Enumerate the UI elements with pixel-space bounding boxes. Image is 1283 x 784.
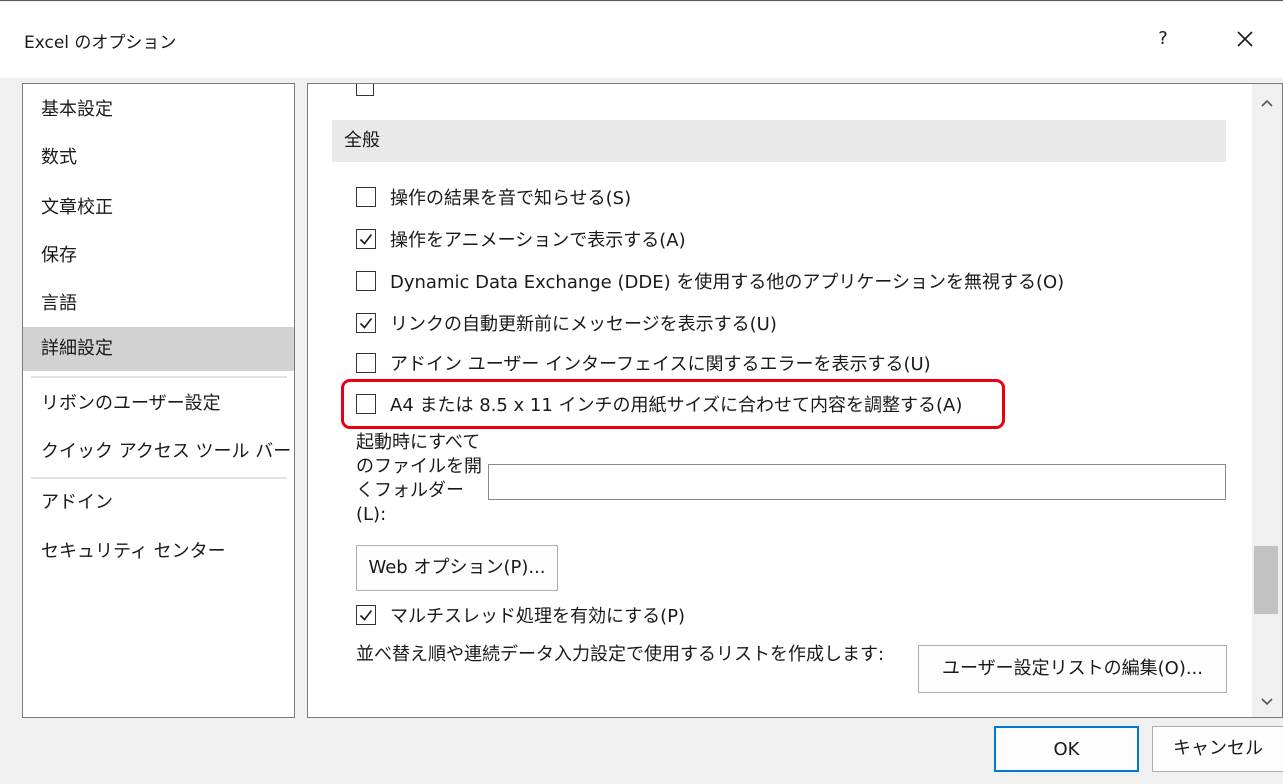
sidebar-item-customize-ribbon[interactable]: リボンのユーザー設定 (23, 382, 294, 426)
help-button[interactable]: ? (1148, 24, 1178, 54)
option-sound-feedback[interactable]: 操作の結果を音で知らせる(S) (356, 182, 631, 212)
startup-folder-label: 起動時にすべてのファイルを開くフォルダー(L): (356, 432, 482, 525)
option-animation[interactable]: 操作をアニメーションで表示する(A) (356, 224, 686, 254)
option-label: アドイン ユーザー インターフェイスに関するエラーを表示する(U) (390, 354, 931, 375)
checkbox[interactable] (356, 229, 376, 249)
checkmark-icon (359, 318, 373, 329)
startup-folder-input[interactable] (488, 464, 1226, 500)
checkbox[interactable] (356, 187, 376, 207)
sidebar-item-proofing[interactable]: 文章校正 (23, 186, 294, 230)
sidebar-item-quick-access-toolbar[interactable]: クイック アクセス ツール バー (23, 430, 294, 474)
options-dialog: Excel のオプション ? 基本設定 数式 文章校正 保存 言語 詳細設定 リ… (0, 0, 1283, 784)
checkbox[interactable] (356, 605, 376, 625)
option-label: 操作をアニメーションで表示する(A) (390, 230, 686, 251)
option-multithreading[interactable]: マルチスレッド処理を有効にする(P) (356, 600, 685, 630)
sidebar-item-language[interactable]: 言語 (23, 282, 294, 326)
ok-button[interactable]: OK (994, 726, 1139, 772)
web-options-button[interactable]: Web オプション(P)... (356, 545, 558, 591)
partial-checkbox[interactable] (356, 84, 374, 96)
scroll-thumb[interactable] (1254, 546, 1278, 614)
sidebar-item-save[interactable]: 保存 (23, 234, 294, 278)
sidebar-divider (31, 376, 287, 378)
checkbox[interactable] (356, 353, 376, 373)
options-content: 全般 操作の結果を音で知らせる(S) 操作をアニメーションで表示する(A) Dy… (307, 83, 1252, 718)
sidebar-item-trust-center[interactable]: セキュリティ センター (23, 530, 294, 574)
sidebar-item-basic[interactable]: 基本設定 (23, 88, 294, 132)
sidebar-item-advanced[interactable]: 詳細設定 (23, 327, 294, 371)
custom-list-label: 並べ替え順や連続データ入力設定で使用するリストを作成します: (356, 644, 885, 665)
sidebar-item-addins[interactable]: アドイン (23, 481, 294, 525)
chevron-up-icon (1261, 99, 1273, 107)
close-button[interactable] (1228, 22, 1262, 56)
edit-custom-lists-button[interactable]: ユーザー設定リストの編集(O)... (918, 645, 1227, 693)
checkmark-icon (359, 234, 373, 245)
sidebar-divider (31, 477, 287, 479)
section-header-general: 全般 (332, 120, 1226, 162)
title-bar: Excel のオプション ? (0, 2, 1283, 78)
highlight-box (341, 379, 1005, 429)
checkbox[interactable] (356, 313, 376, 333)
option-ignore-dde[interactable]: Dynamic Data Exchange (DDE) を使用する他のアプリケー… (356, 266, 1064, 296)
scroll-down-button[interactable] (1252, 687, 1282, 717)
content-scrollbar[interactable] (1252, 83, 1283, 718)
sidebar-item-formulas[interactable]: 数式 (23, 136, 294, 180)
option-link-update-prompt[interactable]: リンクの自動更新前にメッセージを表示する(U) (356, 308, 777, 338)
cancel-button[interactable]: キャンセル (1152, 726, 1283, 772)
dialog-title: Excel のオプション (24, 33, 177, 53)
option-label: リンクの自動更新前にメッセージを表示する(U) (390, 314, 777, 335)
option-label: 操作の結果を音で知らせる(S) (390, 188, 632, 209)
checkbox[interactable] (356, 271, 376, 291)
option-addin-ui-errors[interactable]: アドイン ユーザー インターフェイスに関するエラーを表示する(U) (356, 348, 931, 378)
scroll-up-button[interactable] (1252, 88, 1282, 118)
checkmark-icon (359, 610, 373, 621)
option-label: マルチスレッド処理を有効にする(P) (390, 606, 686, 627)
option-label: Dynamic Data Exchange (DDE) を使用する他のアプリケー… (390, 272, 1065, 293)
close-icon (1237, 31, 1253, 47)
chevron-down-icon (1261, 698, 1273, 706)
category-sidebar: 基本設定 数式 文章校正 保存 言語 詳細設定 リボンのユーザー設定 クイック … (22, 83, 295, 718)
